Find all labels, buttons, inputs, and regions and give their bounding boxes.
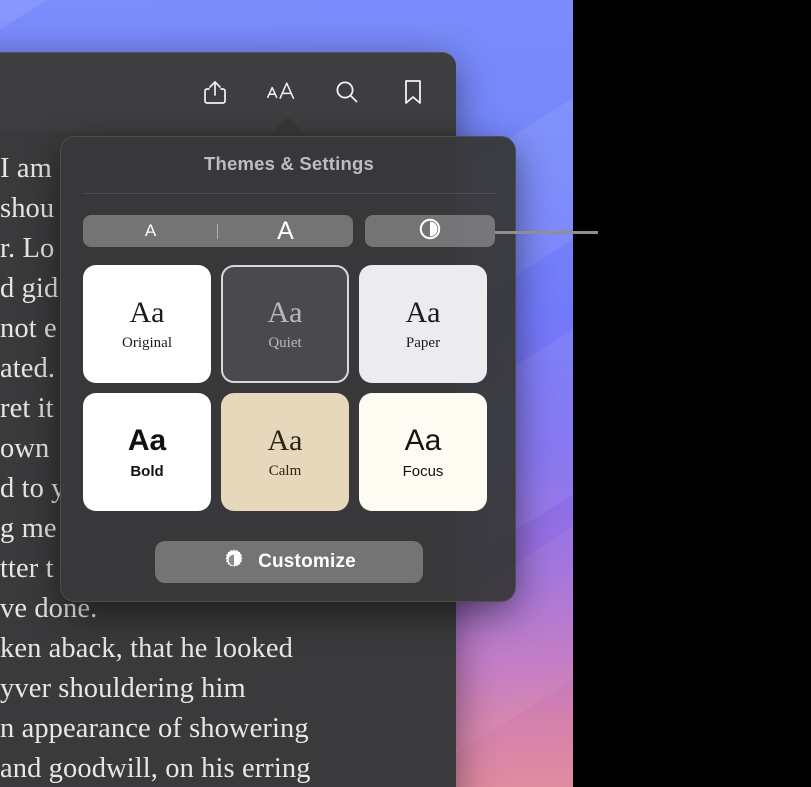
reader-line: and goodwill, on his erring <box>0 753 311 784</box>
segmented-divider <box>217 224 218 239</box>
decrease-font-size-button[interactable]: A <box>83 215 218 247</box>
share-icon[interactable] <box>200 76 230 108</box>
customize-button[interactable]: Customize <box>155 541 423 583</box>
text-size-icon[interactable] <box>266 76 296 108</box>
theme-card-focus[interactable]: Aa Focus <box>359 393 487 511</box>
theme-label: Paper <box>405 334 441 351</box>
theme-sample-text: Aa <box>404 423 442 457</box>
theme-card-paper[interactable]: Aa Paper <box>359 265 487 383</box>
appearance-toggle-button[interactable] <box>365 215 495 247</box>
theme-card-original[interactable]: Aa Original <box>83 265 211 383</box>
font-size-segmented-control[interactable]: A A <box>83 215 353 247</box>
callout-line <box>495 231 598 234</box>
theme-sample-text: Aa <box>127 423 167 457</box>
gear-half-filled-icon <box>222 548 246 577</box>
theme-sample-text: Aa <box>267 295 303 329</box>
theme-sample-text: Aa <box>267 423 303 457</box>
theme-card-quiet[interactable]: Aa Quiet <box>221 265 349 383</box>
theme-label: Original <box>122 334 172 351</box>
reader-toolbar <box>0 53 456 131</box>
theme-label: Bold <box>130 462 164 480</box>
customize-button-label: Customize <box>258 551 356 572</box>
popover-controls-row: A A <box>83 215 495 247</box>
bookmark-icon[interactable] <box>398 76 428 108</box>
popover-divider <box>83 193 495 194</box>
reader-line: yver shouldering him <box>0 673 246 704</box>
theme-label: Quiet <box>268 334 302 351</box>
theme-card-calm[interactable]: Aa Calm <box>221 393 349 511</box>
screenshot-root: I am shou r. Lo d gid not e ated. ret it… <box>0 0 811 787</box>
increase-font-size-button[interactable]: A <box>218 215 353 247</box>
themes-settings-popover: Themes & Settings A A Aa Original Aa Qui… <box>60 136 516 602</box>
reader-line: ken aback, that he looked <box>0 633 293 664</box>
theme-label: Calm <box>268 462 302 479</box>
popover-title: Themes & Settings <box>204 153 374 174</box>
theme-grid: Aa Original Aa Quiet Aa Paper Aa Bold Aa… <box>83 265 495 511</box>
theme-label: Focus <box>402 462 444 480</box>
reader-line: n appearance of showering <box>0 713 309 744</box>
theme-sample-text: Aa <box>405 295 441 329</box>
circle-half-filled-icon <box>419 218 441 245</box>
search-icon[interactable] <box>332 76 362 108</box>
theme-card-bold[interactable]: Aa Bold <box>83 393 211 511</box>
theme-sample-text: Aa <box>129 295 165 329</box>
